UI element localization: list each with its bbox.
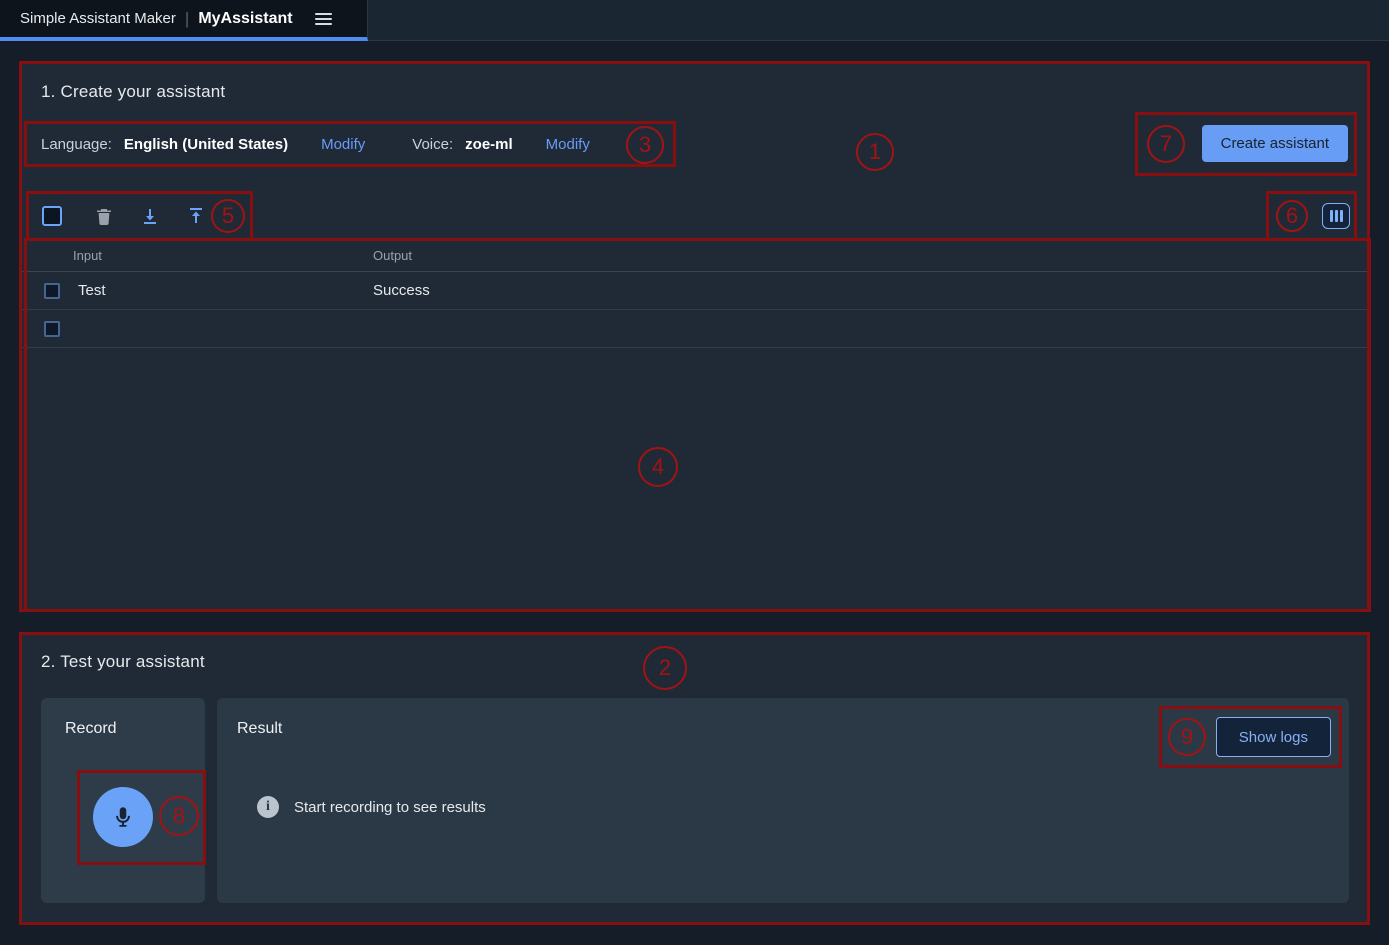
result-title: Result (237, 720, 282, 738)
voice-modify-link[interactable]: Modify (546, 136, 590, 153)
assistant-name: MyAssistant (198, 10, 292, 28)
create-assistant-section: 1. Create your assistant Language: Engli… (20, 62, 1369, 611)
language-voice-row: Language: English (United States) Modify… (20, 121, 1369, 167)
result-panel: Result Show logs i Start recording to se… (217, 698, 1349, 903)
hamburger-icon[interactable] (315, 13, 332, 25)
section1-title: 1. Create your assistant (41, 82, 225, 102)
download-icon[interactable] (140, 206, 160, 226)
row-checkbox[interactable] (44, 321, 60, 337)
record-button[interactable] (93, 787, 153, 847)
language-label: Language: (41, 136, 112, 153)
select-all-checkbox[interactable] (42, 206, 62, 226)
column-header-input: Input (73, 248, 102, 263)
result-empty-state: i Start recording to see results (257, 796, 486, 818)
test-assistant-section: 2. Test your assistant Record Result Sho… (20, 632, 1369, 925)
language-modify-link[interactable]: Modify (321, 136, 365, 153)
columns-icon[interactable] (1322, 203, 1350, 229)
column-header-output: Output (373, 248, 412, 263)
language-value: English (United States) (124, 136, 288, 153)
record-title: Record (65, 720, 117, 738)
table-row[interactable] (20, 310, 1369, 348)
app-title: Simple Assistant Maker (20, 10, 176, 27)
show-logs-button[interactable]: Show logs (1216, 717, 1331, 757)
samples-table: Input Output Test Success (20, 240, 1369, 348)
row-checkbox[interactable] (44, 283, 60, 299)
create-assistant-button[interactable]: Create assistant (1202, 125, 1348, 162)
cell-input[interactable]: Test (78, 282, 106, 299)
result-empty-message: Start recording to see results (294, 799, 486, 816)
table-row[interactable]: Test Success (20, 272, 1369, 310)
microphone-icon (110, 804, 136, 830)
top-bar: Simple Assistant Maker | MyAssistant (0, 0, 1389, 41)
title-separator: | (185, 9, 189, 29)
voice-label: Voice: (412, 136, 453, 153)
table-header: Input Output (20, 240, 1369, 272)
cell-output: Success (373, 282, 430, 299)
voice-value: zoe-ml (465, 136, 513, 153)
section2-title: 2. Test your assistant (41, 652, 205, 672)
upload-icon[interactable] (186, 206, 206, 226)
trash-icon[interactable] (94, 206, 114, 226)
info-icon: i (257, 796, 279, 818)
table-toolbar (20, 192, 1369, 240)
assistant-tab[interactable]: Simple Assistant Maker | MyAssistant (0, 0, 368, 41)
record-panel: Record (41, 698, 205, 903)
